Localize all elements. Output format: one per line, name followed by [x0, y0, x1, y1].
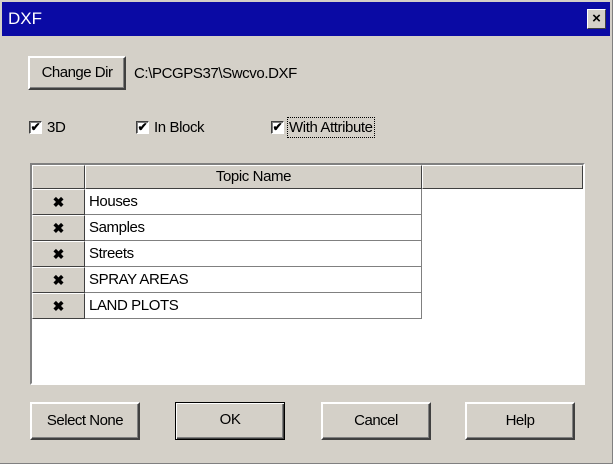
checkbox-in-block[interactable]: ✔ In Block — [136, 119, 236, 139]
ok-button[interactable]: OK — [175, 402, 285, 440]
select-none-label: Select None — [46, 412, 124, 429]
cancel-button[interactable]: Cancel — [321, 402, 431, 440]
topic-name-cell[interactable]: Streets — [85, 241, 422, 267]
row-selected-x-icon[interactable]: ✖ — [32, 267, 85, 293]
row-selected-x-icon[interactable]: ✖ — [32, 215, 85, 241]
checkbox-in-block-box[interactable]: ✔ — [136, 121, 149, 134]
table-row[interactable]: ✖ LAND PLOTS — [32, 293, 422, 319]
checkbox-3d-label: 3D — [47, 119, 66, 136]
dxf-dialog: DXF × Change Dir C:\PCGPS37\Swcvo.DXF ✔ … — [0, 0, 613, 464]
row-selected-x-icon[interactable]: ✖ — [32, 189, 85, 215]
ok-label: OK — [219, 411, 241, 428]
change-dir-label: Change Dir — [41, 64, 113, 81]
table-row[interactable]: ✖ Samples — [32, 215, 422, 241]
checkbox-with-attribute[interactable]: ✔ With Attribute — [271, 117, 401, 139]
checkbox-3d[interactable]: ✔ 3D — [29, 119, 89, 139]
dxf-file-path: C:\PCGPS37\Swcvo.DXF — [134, 65, 297, 82]
topic-name-cell[interactable]: Samples — [85, 215, 422, 241]
checkbox-with-attribute-box[interactable]: ✔ — [271, 121, 284, 134]
grid-header-select — [32, 165, 85, 189]
topic-name-cell[interactable]: LAND PLOTS — [85, 293, 422, 319]
table-row[interactable]: ✖ Houses — [32, 189, 422, 215]
row-selected-x-icon[interactable]: ✖ — [32, 293, 85, 319]
row-selected-x-icon[interactable]: ✖ — [32, 241, 85, 267]
grid-header-extra — [422, 165, 583, 189]
table-row[interactable]: ✖ SPRAY AREAS — [32, 267, 422, 293]
close-icon: × — [592, 10, 601, 27]
topic-name-cell[interactable]: Houses — [85, 189, 422, 215]
topic-name-cell[interactable]: SPRAY AREAS — [85, 267, 422, 293]
topic-grid[interactable]: Topic Name ✖ Houses ✖ Samples ✖ Streets … — [30, 163, 585, 385]
table-row[interactable]: ✖ Streets — [32, 241, 422, 267]
title-bar: DXF × — [2, 2, 610, 36]
select-none-button[interactable]: Select None — [30, 402, 140, 440]
change-dir-button[interactable]: Change Dir — [28, 56, 126, 90]
help-label: Help — [505, 412, 535, 429]
window-title: DXF — [8, 9, 42, 28]
checkbox-in-block-label: In Block — [154, 119, 205, 136]
close-button[interactable]: × — [587, 9, 606, 29]
checkbox-with-attribute-label: With Attribute — [287, 117, 375, 138]
cancel-label: Cancel — [354, 412, 398, 429]
checkbox-3d-box[interactable]: ✔ — [29, 121, 42, 134]
grid-header-topic-name[interactable]: Topic Name — [85, 165, 422, 189]
help-button[interactable]: Help — [465, 402, 575, 440]
